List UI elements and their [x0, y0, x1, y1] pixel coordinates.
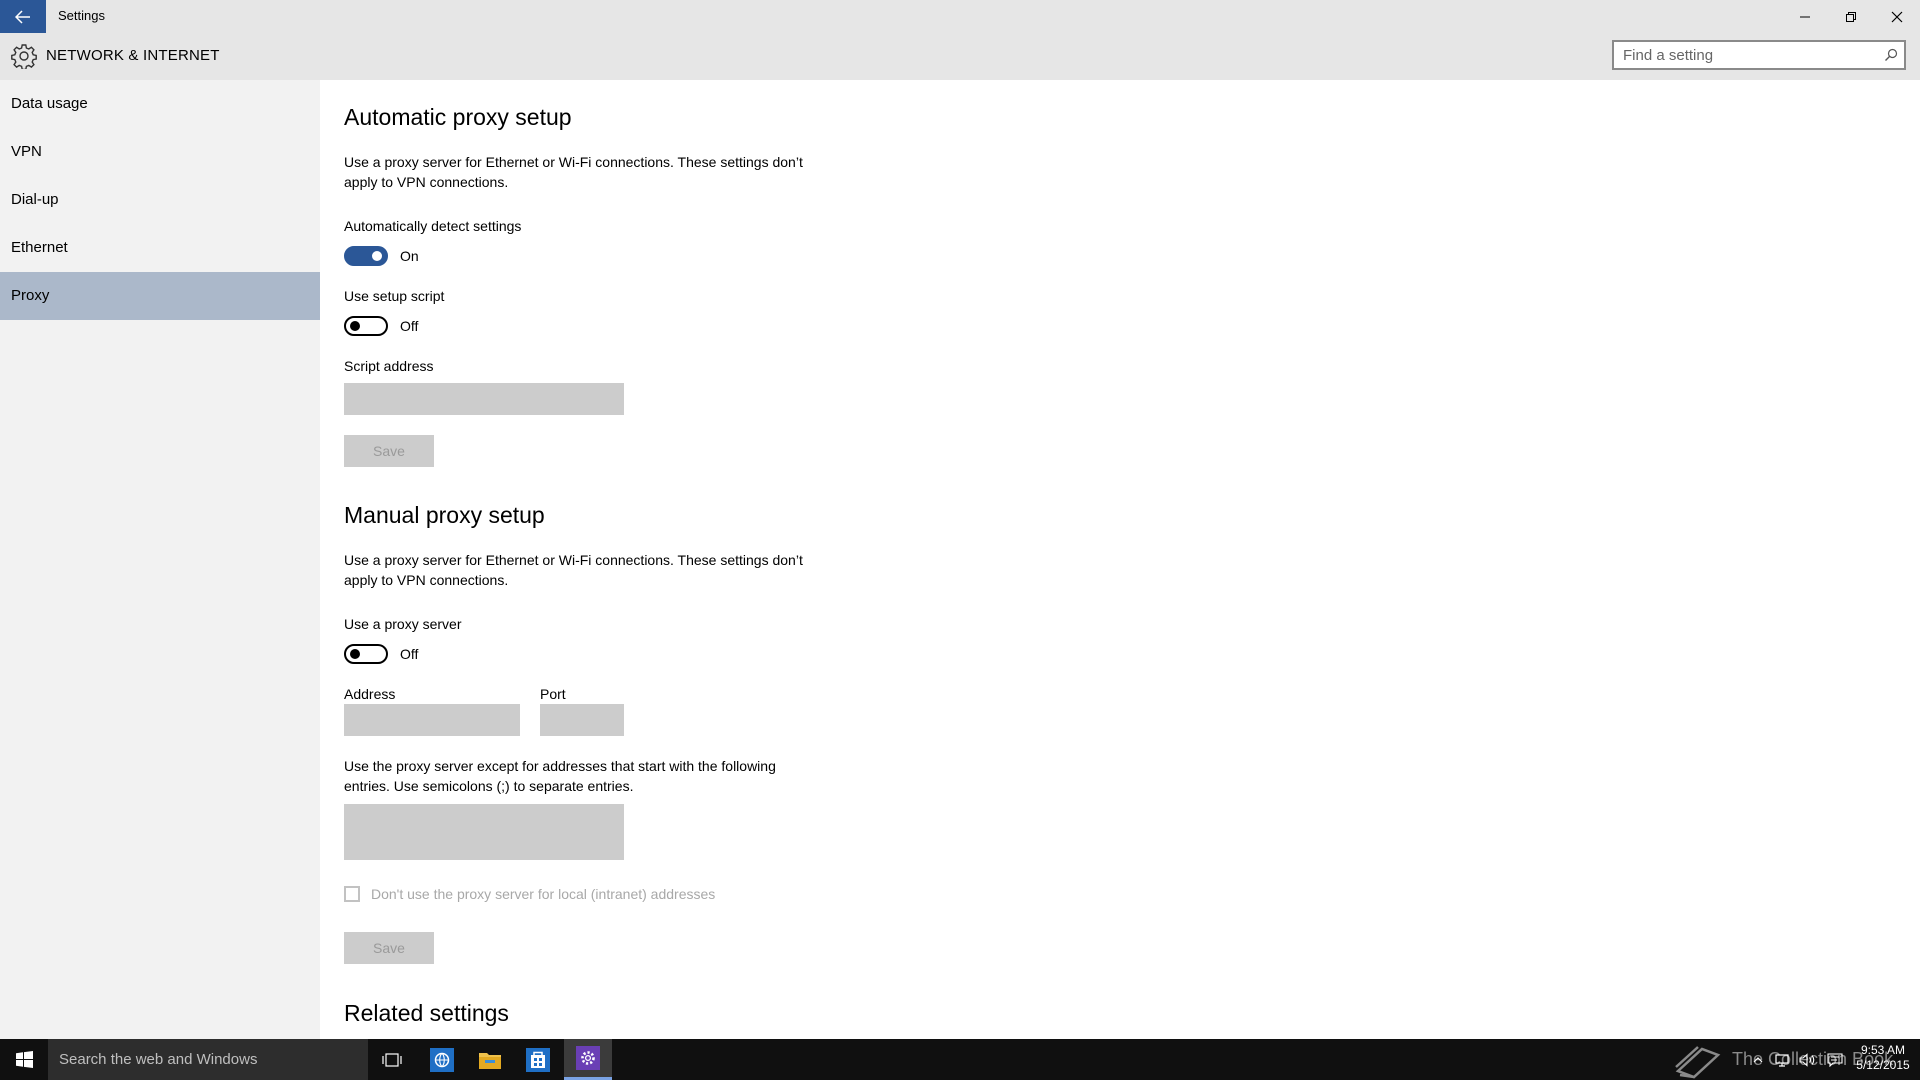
search-input[interactable]: [1623, 46, 1873, 64]
sidebar-item-vpn[interactable]: VPN: [0, 128, 320, 176]
port-field[interactable]: [540, 704, 624, 736]
section-title: NETWORK & INTERNET: [46, 47, 220, 64]
port-label: Port: [540, 686, 566, 702]
speaker-icon: [1799, 1052, 1815, 1067]
setup-script-state: Off: [400, 318, 419, 334]
network-tray-button[interactable]: [1770, 1039, 1794, 1080]
sidebar-item-data-usage[interactable]: Data usage: [0, 80, 320, 128]
toggle-knob: [372, 251, 382, 261]
sidebar-item-proxy[interactable]: Proxy: [0, 272, 320, 320]
store-icon: [526, 1047, 550, 1072]
start-button[interactable]: [0, 1039, 48, 1080]
local-bypass-checkbox[interactable]: [344, 886, 360, 902]
auto-detect-label: Automatically detect settings: [344, 218, 522, 234]
auto-save-button[interactable]: Save: [344, 435, 434, 467]
taskbar-clock[interactable]: 9:53 AM 5/12/2015: [1852, 1043, 1914, 1073]
restore-icon: [1846, 11, 1856, 22]
back-arrow-icon: [15, 9, 30, 24]
chevron-up-icon: [1753, 1056, 1763, 1062]
setup-script-toggle-row: Off: [344, 316, 418, 336]
internet-explorer-icon: [430, 1047, 454, 1072]
exceptions-field[interactable]: [344, 804, 624, 860]
minimize-icon: [1800, 16, 1810, 17]
gear-icon: [11, 44, 37, 69]
sidebar-item-ethernet[interactable]: Ethernet: [0, 224, 320, 272]
exceptions-description: Use the proxy server except for addresse…: [344, 758, 776, 794]
auto-detect-toggle[interactable]: [344, 246, 388, 266]
manual-proxy-description: Use a proxy server for Ethernet or Wi-Fi…: [344, 552, 803, 588]
local-bypass-label: Don't use the proxy server for local (in…: [371, 886, 716, 902]
manual-proxy-heading: Manual proxy setup: [344, 502, 545, 528]
minimize-button[interactable]: [1782, 0, 1828, 33]
auto-proxy-description: Use a proxy server for Ethernet or Wi-Fi…: [344, 154, 803, 190]
use-proxy-toggle[interactable]: [344, 644, 388, 664]
page-header: NETWORK & INTERNET: [0, 33, 1920, 80]
show-hidden-icons-button[interactable]: [1748, 1039, 1768, 1080]
use-proxy-state: Off: [400, 646, 419, 662]
taskbar-search-placeholder: Search the web and Windows: [59, 1051, 258, 1068]
task-view-icon: [382, 1052, 402, 1067]
search-box[interactable]: [1612, 40, 1906, 70]
network-icon: [1775, 1053, 1789, 1067]
auto-proxy-heading: Automatic proxy setup: [344, 104, 572, 130]
store-taskbar-button[interactable]: [514, 1039, 562, 1080]
related-settings-heading: Related settings: [344, 1000, 509, 1026]
close-button[interactable]: [1874, 0, 1920, 33]
script-address-label: Script address: [344, 358, 434, 374]
toggle-knob: [350, 649, 360, 659]
taskbar: Search the web and Windows The Collectio…: [0, 1039, 1920, 1080]
notifications-tray-button[interactable]: [1822, 1039, 1848, 1080]
address-field[interactable]: [344, 704, 520, 736]
window-title: Settings: [58, 8, 105, 23]
folder-icon: [479, 1052, 501, 1069]
address-label: Address: [344, 686, 396, 702]
ie-taskbar-button[interactable]: [418, 1039, 466, 1080]
use-proxy-toggle-row: Off: [344, 644, 418, 664]
search-icon[interactable]: [1884, 48, 1898, 62]
sidebar-item-dial-up[interactable]: Dial-up: [0, 176, 320, 224]
setup-script-label: Use setup script: [344, 288, 445, 304]
clock-date: 5/12/2015: [1856, 1058, 1910, 1072]
main-content: Automatic proxy setup Use a proxy server…: [320, 80, 1920, 1039]
setup-script-toggle[interactable]: [344, 316, 388, 336]
sidebar: Data usage VPN Dial-up Ethernet Proxy: [0, 80, 320, 1039]
close-icon: [1891, 11, 1903, 22]
manual-save-button[interactable]: Save: [344, 932, 434, 964]
use-proxy-label: Use a proxy server: [344, 616, 462, 632]
settings-gear-icon: [576, 1046, 600, 1070]
script-address-field[interactable]: [344, 383, 624, 415]
auto-detect-toggle-row: On: [344, 246, 419, 266]
task-view-button[interactable]: [368, 1039, 416, 1080]
settings-taskbar-button[interactable]: [564, 1039, 612, 1080]
restore-button[interactable]: [1828, 0, 1874, 33]
clock-time: 9:53 AM: [1860, 1043, 1906, 1057]
taskbar-search-box[interactable]: Search the web and Windows: [48, 1039, 368, 1080]
book-logo-icon: [1675, 1046, 1721, 1079]
title-bar: Settings: [0, 0, 1920, 33]
windows-logo-icon: [15, 1051, 33, 1068]
auto-detect-state: On: [400, 248, 419, 264]
local-bypass-row: Don't use the proxy server for local (in…: [344, 886, 715, 902]
file-explorer-taskbar-button[interactable]: [466, 1039, 514, 1080]
action-center-icon: [1827, 1052, 1843, 1067]
back-button[interactable]: [0, 0, 46, 33]
toggle-knob: [350, 321, 360, 331]
volume-tray-button[interactable]: [1796, 1039, 1820, 1080]
